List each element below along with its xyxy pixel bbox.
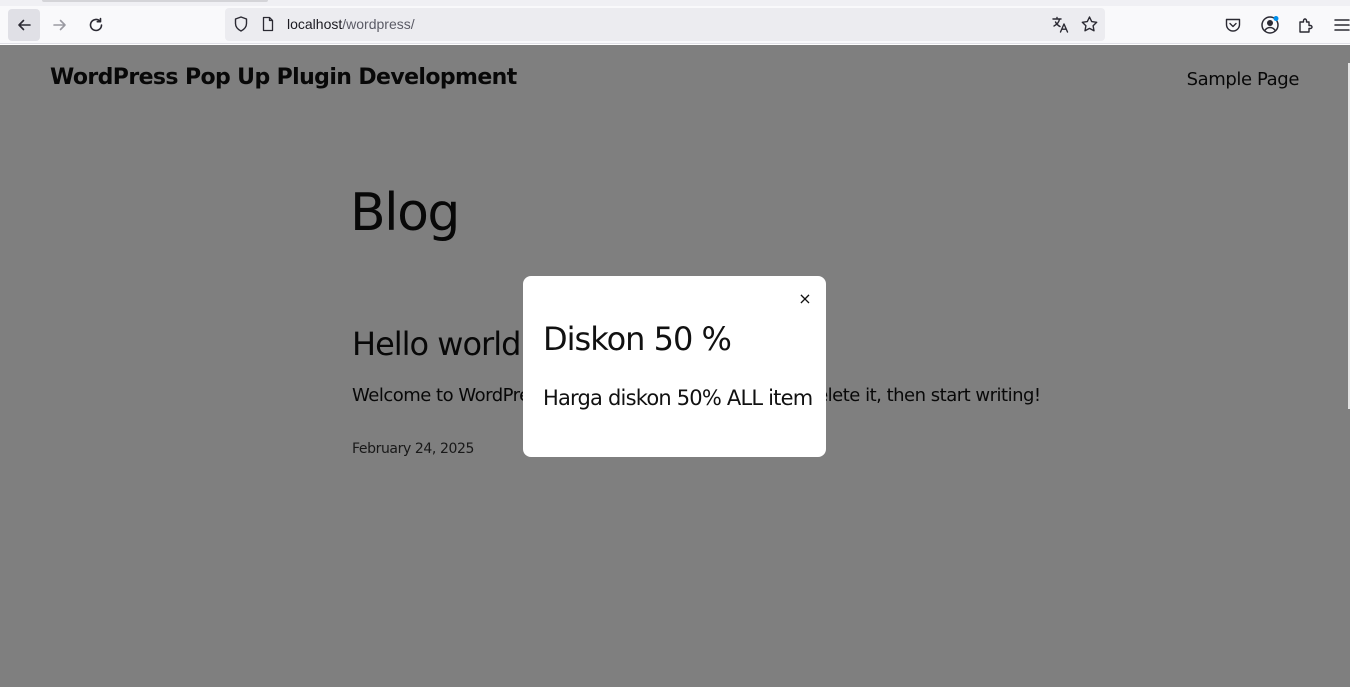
url-host: localhost (287, 16, 343, 32)
shield-icon[interactable] (232, 15, 250, 38)
popup-title: Diskon 50 % (543, 320, 732, 358)
discount-popup: × Diskon 50 % Harga diskon 50% ALL item (523, 276, 826, 457)
extensions-button[interactable] (1290, 9, 1322, 41)
account-button[interactable] (1254, 9, 1286, 41)
url-text[interactable]: localhost/wordpress/ (287, 8, 415, 41)
popup-text: Harga diskon 50% ALL item (543, 386, 813, 410)
back-button[interactable] (8, 9, 40, 41)
puzzle-icon (1299, 18, 1313, 33)
translate-icon[interactable] (1051, 15, 1070, 39)
hamburger-icon (1334, 19, 1350, 31)
page-viewport: WordPress Pop Up Plugin Development Samp… (0, 45, 1350, 687)
page-icon[interactable] (260, 16, 276, 37)
arrow-left-icon (18, 19, 31, 31)
reload-icon (89, 17, 103, 32)
pocket-button[interactable] (1217, 9, 1249, 41)
account-icon (1261, 16, 1279, 34)
browser-toolbar: localhost/wordpress/ (0, 6, 1350, 44)
menu-button[interactable] (1326, 9, 1350, 41)
forward-button[interactable] (44, 9, 76, 41)
reload-button[interactable] (80, 9, 112, 41)
arrow-right-icon (53, 19, 66, 31)
close-icon[interactable]: × (798, 291, 812, 307)
url-path: /wordpress/ (342, 16, 415, 32)
address-bar[interactable]: localhost/wordpress/ (225, 8, 1105, 41)
star-icon[interactable] (1080, 15, 1099, 39)
active-tab[interactable] (42, 0, 268, 2)
pocket-icon (1225, 18, 1241, 32)
